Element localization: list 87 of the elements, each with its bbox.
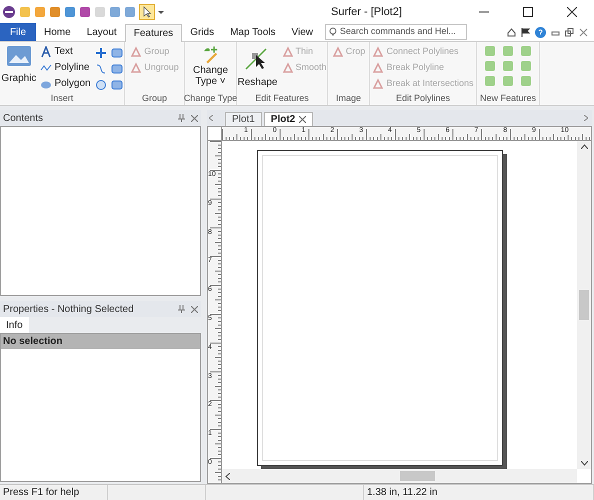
close-icon[interactable] bbox=[191, 306, 198, 312]
tool-icon bbox=[372, 78, 384, 90]
pin-icon[interactable] bbox=[178, 305, 185, 313]
shape-icon[interactable] bbox=[94, 63, 107, 75]
scroll-right-icon[interactable] bbox=[584, 115, 588, 121]
home-icon[interactable] bbox=[507, 28, 516, 37]
feature-icon bbox=[484, 45, 496, 57]
restore-icon[interactable] bbox=[565, 28, 574, 37]
shape-icon bbox=[40, 46, 52, 58]
section-header: No selection bbox=[1, 334, 200, 349]
feature-icon bbox=[502, 45, 514, 57]
feature-icon bbox=[484, 75, 496, 87]
scroll-left-icon[interactable] bbox=[225, 472, 230, 480]
toolbar-icon bbox=[94, 6, 106, 18]
feature-icon bbox=[502, 60, 514, 72]
group-label: Insert bbox=[50, 93, 74, 104]
close-icon[interactable] bbox=[191, 114, 198, 122]
insert-button[interactable]: Polyline bbox=[40, 61, 91, 74]
panel-tab[interactable]: Info bbox=[0, 317, 29, 333]
panel-title: Properties - Nothing Selected bbox=[3, 302, 134, 316]
toolbar-icon bbox=[49, 6, 61, 18]
feature-icon bbox=[520, 60, 532, 72]
tool-icon bbox=[332, 46, 344, 58]
feature-icon bbox=[520, 75, 532, 87]
tool-icon bbox=[372, 62, 384, 74]
insert-button[interactable]: Text bbox=[40, 45, 91, 58]
tool-icon bbox=[130, 46, 142, 58]
status-pane: 1.38 in, 11.22 in bbox=[364, 485, 594, 500]
flag-icon[interactable] bbox=[521, 28, 530, 37]
panel-title: Contents bbox=[3, 112, 44, 126]
feature-icon bbox=[520, 45, 532, 57]
insert-button[interactable]: Polygon bbox=[40, 77, 91, 90]
group-label: New Features bbox=[480, 93, 536, 104]
maximize-icon bbox=[523, 7, 533, 17]
ribbon-tab[interactable]: Home bbox=[36, 23, 79, 41]
pin-icon[interactable] bbox=[178, 114, 185, 122]
tool-icon bbox=[130, 62, 142, 74]
help-icon[interactable] bbox=[535, 27, 546, 38]
shape-icon[interactable] bbox=[110, 79, 123, 91]
group-label: Edit Features bbox=[255, 93, 309, 104]
document-tab[interactable]: Plot2 bbox=[264, 112, 314, 126]
file-tab[interactable]: File bbox=[0, 23, 36, 41]
picture-icon bbox=[6, 45, 32, 67]
shape-icon[interactable] bbox=[94, 47, 107, 59]
scroll-thumb[interactable] bbox=[579, 290, 589, 320]
tool-icon bbox=[282, 62, 294, 74]
pointer-icon[interactable] bbox=[139, 4, 155, 20]
ribbon-tab[interactable]: Features bbox=[124, 24, 182, 42]
reshape-button[interactable]: Reshape bbox=[237, 45, 278, 90]
horizontal-scrollbar[interactable] bbox=[222, 469, 577, 483]
vertical-scrollbar[interactable] bbox=[577, 141, 591, 469]
group-label: Group bbox=[142, 93, 167, 104]
app-icon[interactable] bbox=[2, 5, 16, 19]
feature-icon bbox=[484, 60, 496, 72]
group-label: Edit Polylines bbox=[396, 93, 450, 104]
tool-icon bbox=[282, 46, 294, 58]
toolbar-icon bbox=[34, 6, 46, 18]
window-title: Surfer - [Plot2] bbox=[331, 4, 402, 20]
shape-icon[interactable] bbox=[94, 79, 107, 91]
dropdown-icon[interactable] bbox=[158, 9, 164, 15]
shape-icon[interactable] bbox=[110, 47, 123, 59]
toolbar-icon bbox=[109, 6, 121, 18]
close-icon bbox=[567, 7, 577, 17]
toolbar-icon bbox=[124, 6, 136, 18]
scroll-down-icon[interactable] bbox=[580, 461, 588, 466]
group-label: Image bbox=[336, 93, 361, 104]
toolbar-icon bbox=[64, 6, 76, 18]
ribbon-tab[interactable]: Grids bbox=[182, 23, 222, 41]
change-type-button[interactable]: Change Type ˅ bbox=[188, 45, 232, 87]
ribbon-tab[interactable]: Layout bbox=[78, 23, 125, 41]
scroll-up-icon[interactable] bbox=[580, 144, 588, 149]
feature-icon bbox=[502, 75, 514, 87]
group-label: Change Type bbox=[184, 93, 238, 104]
ribbon-tab[interactable]: Map Tools bbox=[222, 23, 284, 41]
graphic-button[interactable]: Graphic bbox=[1, 45, 36, 86]
close-icon[interactable] bbox=[579, 28, 588, 37]
status-pane: Press F1 for help bbox=[0, 485, 108, 500]
shape-icon[interactable] bbox=[110, 63, 123, 75]
scroll-thumb[interactable] bbox=[400, 471, 435, 481]
search-field[interactable]: Search commands and Hel... bbox=[325, 24, 467, 40]
document-tab[interactable]: Plot1 bbox=[225, 112, 262, 126]
toolbar-icon bbox=[19, 6, 31, 18]
ribbon-tab[interactable]: View bbox=[284, 23, 321, 41]
close-icon[interactable] bbox=[299, 116, 306, 123]
lightbulb-icon bbox=[329, 27, 337, 37]
toolbar-icon bbox=[79, 6, 91, 18]
tool-icon bbox=[372, 46, 384, 58]
